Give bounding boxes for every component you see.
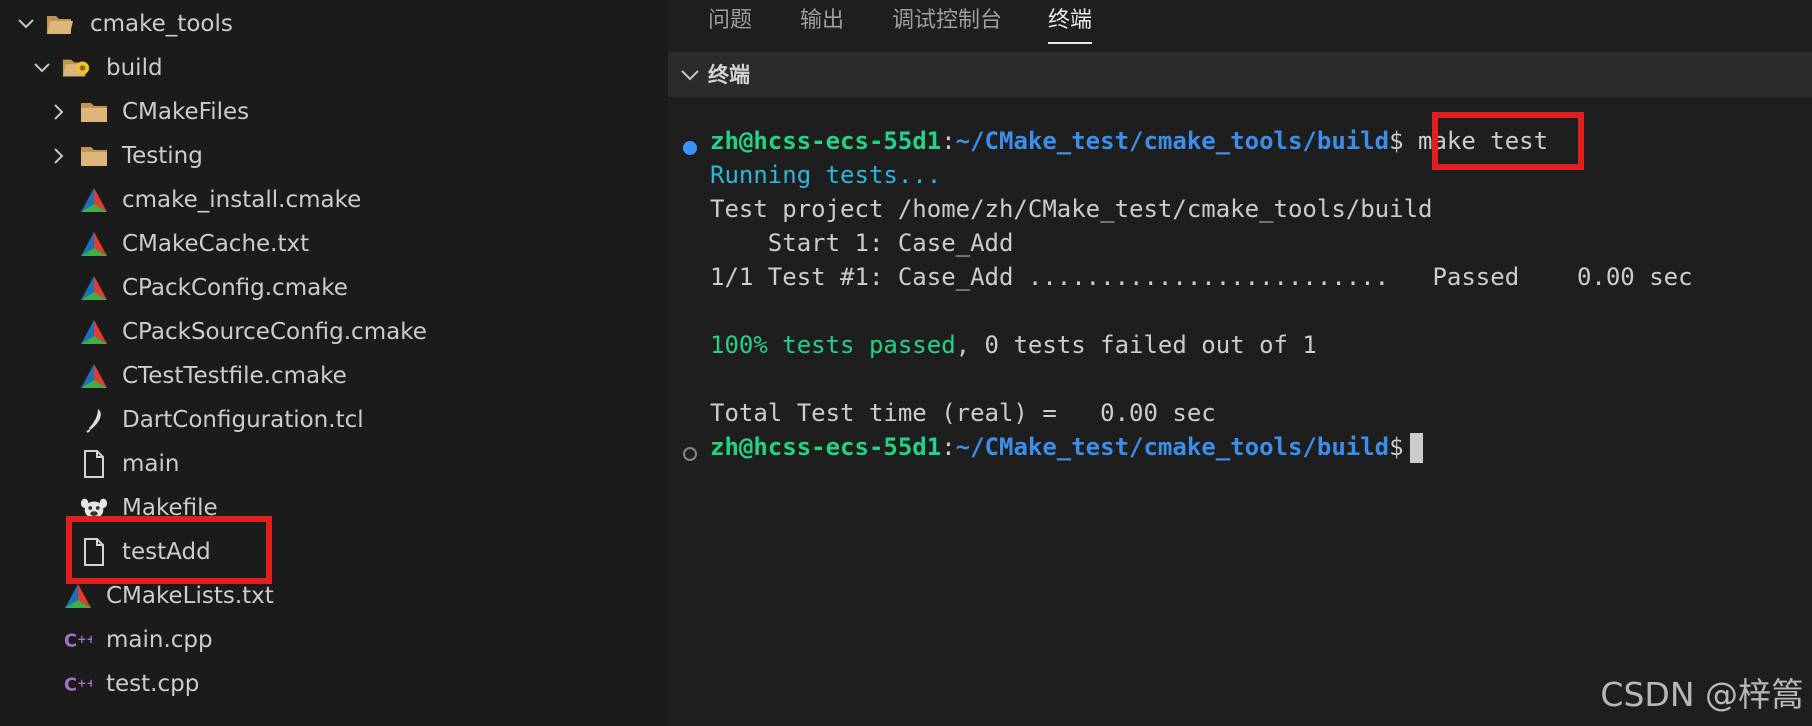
file-icon: [80, 450, 108, 478]
prompt-dollar: $: [1389, 127, 1404, 155]
watermark: CSDN @梓篙: [1600, 675, 1804, 714]
tree-item-label: cmake_tools: [90, 11, 233, 37]
tree-item-label: CPackSourceConfig.cmake: [122, 319, 427, 345]
tab-debug-console[interactable]: 调试控制台: [892, 0, 1002, 42]
summary-rest: , 0 tests failed out of 1: [955, 331, 1317, 359]
command-pending-circle-icon: [682, 440, 698, 461]
terminal-section-header[interactable]: 终端: [668, 52, 1812, 97]
prompt-user: zh@hcss-ecs-55d1: [710, 127, 942, 155]
cmake-icon: [80, 319, 108, 345]
svg-text:C: C: [64, 632, 77, 652]
tree-item-main-cpp[interactable]: C++ main.cpp: [0, 618, 668, 662]
tree-item-cpacksourceconfig[interactable]: CPackSourceConfig.cmake: [0, 310, 668, 354]
terminal-output[interactable]: zh@hcss-ecs-55d1:~/CMake_test/cmake_tool…: [668, 110, 1812, 710]
tree-item-cmakefiles[interactable]: CMakeFiles: [0, 90, 668, 134]
cpp-icon: C++: [64, 627, 92, 653]
tree-item-label: CTestTestfile.cmake: [122, 363, 347, 389]
tree-item-cmakecache[interactable]: CMakeCache.txt: [0, 222, 668, 266]
tree-item-test-cpp[interactable]: C++ test.cpp: [0, 662, 668, 706]
tree-item-label: CPackConfig.cmake: [122, 275, 348, 301]
prompt-colon: :: [941, 433, 956, 461]
panel-tabs: 问题 输出 调试控制台 终端: [668, 0, 1812, 50]
tree-item-label: cmake_install.cmake: [122, 187, 362, 213]
prompt-colon: :: [941, 127, 956, 155]
terminal-line-total: Total Test time (real) = 0.00 sec: [710, 399, 1216, 427]
folder-open-icon: [46, 11, 74, 37]
tab-output[interactable]: 输出: [800, 0, 844, 42]
tree-item-label: CMakeFiles: [122, 99, 250, 125]
folder-icon: [80, 143, 108, 169]
highlight-box-command: [1432, 112, 1584, 170]
tree-item-label: DartConfiguration.tcl: [122, 407, 364, 433]
tree-item-main[interactable]: main: [0, 442, 668, 486]
prompt-path: ~/CMake_test/cmake_tools/build: [955, 127, 1390, 155]
chevron-down-icon: [678, 63, 702, 87]
prompt-user: zh@hcss-ecs-55d1: [710, 433, 942, 461]
tree-item-testing[interactable]: Testing: [0, 134, 668, 178]
tab-problems[interactable]: 问题: [708, 0, 752, 42]
tree-item-cpackconfig[interactable]: CPackConfig.cmake: [0, 266, 668, 310]
terminal-line-result: 1/1 Test #1: Case_Add ..................…: [710, 263, 1693, 291]
terminal-line-prompt-2: zh@hcss-ecs-55d1:~/CMake_test/cmake_tool…: [710, 430, 1423, 464]
terminal-cursor: [1409, 433, 1423, 463]
terminal-line-running: Running tests...: [710, 161, 942, 189]
terminal-line-start: Start 1: Case_Add: [710, 229, 1014, 257]
tab-terminal[interactable]: 终端: [1048, 0, 1093, 44]
tree-item-label: build: [106, 55, 163, 81]
cmake-icon: [80, 363, 108, 389]
tree-item-cmake-install[interactable]: cmake_install.cmake: [0, 178, 668, 222]
tree-item-build[interactable]: build: [0, 46, 668, 90]
terminal-section-title: 终端: [708, 63, 750, 87]
svg-text:++: ++: [77, 633, 92, 646]
cmake-icon: [80, 187, 108, 213]
bottom-panel: 问题 输出 调试控制台 终端 终端 zh@hcss-ecs-55d1:~/CMa…: [668, 0, 1812, 726]
tree-item-label: CMakeCache.txt: [122, 231, 310, 257]
tree-item-label: main: [122, 451, 180, 477]
tree-item-label: main.cpp: [106, 627, 213, 653]
tree-item-ctesttestfile[interactable]: CTestTestfile.cmake: [0, 354, 668, 398]
chevron-right-icon: [46, 134, 70, 178]
terminal-line-prompt-1: zh@hcss-ecs-55d1:~/CMake_test/cmake_tool…: [710, 124, 1548, 158]
cpp-icon: C++: [64, 671, 92, 697]
chevron-down-icon: [14, 2, 38, 46]
tree-item-label: Testing: [122, 143, 203, 169]
cmake-icon: [80, 275, 108, 301]
svg-text:C: C: [64, 676, 77, 696]
command-success-dot-icon: [682, 134, 698, 155]
tcl-feather-icon: [80, 407, 108, 433]
terminal-line-project: Test project /home/zh/CMake_test/cmake_t…: [710, 195, 1433, 223]
folder-icon: [80, 99, 108, 125]
chevron-down-icon: [30, 46, 54, 90]
prompt-dollar: $: [1389, 433, 1404, 461]
tree-item-dartconfiguration[interactable]: DartConfiguration.tcl: [0, 398, 668, 442]
prompt-path: ~/CMake_test/cmake_tools/build: [955, 433, 1390, 461]
cmake-icon: [80, 231, 108, 257]
svg-text:++: ++: [77, 677, 92, 690]
folder-build-icon: [62, 55, 90, 81]
chevron-right-icon: [46, 90, 70, 134]
cmake-icon: [64, 583, 92, 609]
terminal-line-summary: 100% tests passed, 0 tests failed out of…: [710, 328, 1317, 362]
summary-passed: 100% tests passed: [710, 331, 956, 359]
explorer-tree: cmake_tools build CMakeFiles Testing cma…: [0, 0, 668, 726]
highlight-box-testadd: [66, 516, 272, 584]
tree-item-label: test.cpp: [106, 671, 200, 697]
tree-item-cmake-tools[interactable]: cmake_tools: [0, 2, 668, 46]
